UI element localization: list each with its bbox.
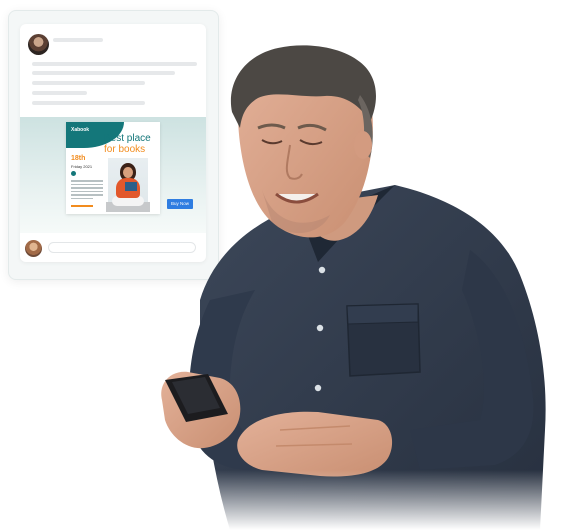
- post-text-line: [32, 81, 145, 85]
- ad-headline-line1: Best place: [104, 133, 151, 144]
- ad-website-text: [71, 205, 93, 207]
- book-ad-banner[interactable]: Xabook Best place for books 18th Friday …: [66, 122, 160, 214]
- author-name-placeholder: [53, 38, 103, 42]
- ad-bullet-icon: [71, 171, 76, 176]
- man-with-phone-photo: [150, 45, 570, 530]
- ad-body-text: [71, 180, 103, 201]
- ad-headline-line2: for books: [104, 144, 146, 155]
- post-text-line: [32, 101, 145, 105]
- ad-reader-photo: [106, 158, 150, 212]
- commenter-avatar: [25, 240, 42, 257]
- post-text-line: [32, 91, 87, 95]
- ad-date: 18th: [71, 155, 86, 162]
- ad-day: Friday 2021: [71, 164, 93, 169]
- author-avatar[interactable]: [28, 34, 49, 55]
- ad-logo: Xabook: [71, 127, 90, 133]
